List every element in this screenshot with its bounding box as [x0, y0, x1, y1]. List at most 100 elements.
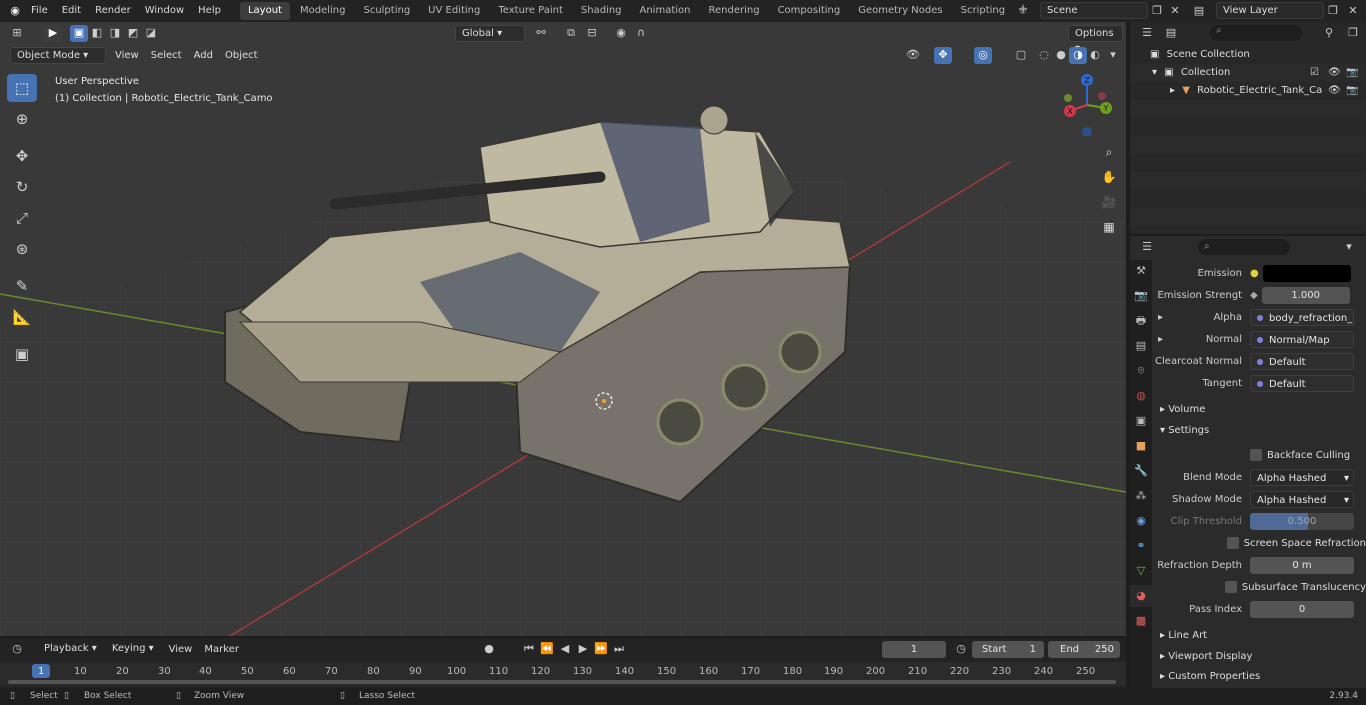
expand-arrow-icon[interactable]: ▸ [1158, 334, 1163, 345]
tab-scripting[interactable]: Scripting [953, 2, 1013, 20]
timeline-menu-marker[interactable]: Marker [198, 644, 245, 655]
data-tab-icon[interactable]: ▽ [1130, 560, 1152, 582]
start-frame-field[interactable]: Start 1 [972, 640, 1044, 658]
settings-panel-header[interactable]: ▾ Settings [1152, 420, 1366, 441]
expand-arrow-icon[interactable]: ▸ [1158, 312, 1163, 323]
viewport-display-panel-header[interactable]: ▸ Viewport Display [1152, 646, 1366, 667]
tab-compositing[interactable]: Compositing [770, 2, 849, 20]
outliner-filter-icon[interactable]: ⚲ [1320, 25, 1338, 42]
tab-modeling[interactable]: Modeling [292, 2, 354, 20]
collection-render-icon[interactable]: 📷 [1346, 64, 1358, 82]
emission-color-swatch[interactable] [1262, 264, 1351, 282]
select-new-icon[interactable]: ▣ [70, 24, 88, 42]
prev-keyframe-icon[interactable]: ⏪ [538, 641, 556, 658]
overlay-toggle-icon[interactable]: ◎ [974, 46, 992, 64]
gizmo-toggle-icon[interactable]: ✥ [934, 46, 952, 64]
new-collection-icon[interactable]: ❐ [1344, 25, 1362, 42]
remove-view-layer-icon[interactable]: ✕ [1344, 3, 1362, 20]
view-layer-field[interactable]: View Layer [1216, 2, 1324, 19]
scene-icon[interactable]: ⌾ [1014, 3, 1032, 20]
tool-tab-icon[interactable]: ⚒ [1130, 260, 1152, 282]
3d-viewport[interactable]: ⊞ ▶ ▣ ◧ ◨ ◩ ◪ Global ▾ ⚯ ⧉ ⊟ ◉ ∩ Options… [0, 22, 1126, 636]
refraction-depth-field[interactable]: 0 m [1250, 556, 1354, 574]
navigation-gizmo[interactable]: Z Y X [1056, 74, 1118, 136]
annotate-tool-icon[interactable]: ✎ [7, 272, 37, 300]
clip-threshold-slider[interactable]: 0.500 [1250, 512, 1354, 530]
zoom-view-icon[interactable]: ⌕ [1098, 141, 1120, 163]
menu-object[interactable]: Object [219, 50, 264, 61]
collection-visibility-icon[interactable]: 👁 [1328, 64, 1341, 82]
properties-editor-icon[interactable]: ☰ [1138, 239, 1156, 256]
emission-strength-socket-icon[interactable]: ◆ [1250, 290, 1258, 301]
pivot-icon[interactable]: ⚯ [532, 25, 550, 42]
properties-options-icon[interactable]: ▾ [1340, 239, 1358, 256]
scene-tab-icon[interactable]: ⌾ [1130, 360, 1152, 382]
volume-panel-header[interactable]: ▸ Volume [1152, 399, 1366, 420]
expand-arrow-icon[interactable]: ▾ [1152, 67, 1157, 78]
shading-wireframe-icon[interactable]: ◌ [1035, 47, 1053, 64]
play-reverse-icon[interactable]: ◀ [556, 641, 574, 658]
shading-options-icon[interactable]: ▾ [1104, 47, 1122, 64]
output-tab-icon[interactable]: 🖶 [1130, 310, 1152, 332]
line-art-panel-header[interactable]: ▸ Line Art [1152, 625, 1366, 646]
emission-strength-field[interactable]: 1.000 [1261, 286, 1350, 304]
jump-start-icon[interactable]: ⏮ [520, 641, 538, 658]
shadow-mode-dropdown[interactable]: Alpha Hashed ▾ [1250, 490, 1354, 508]
view-layer-icon[interactable]: ▤ [1190, 3, 1208, 20]
transform-tool-icon[interactable]: ⊛ [7, 235, 37, 263]
constraints-tab-icon[interactable]: ⚭ [1130, 535, 1152, 557]
alpha-input-node[interactable]: body_refraction_inv... [1250, 308, 1354, 326]
material-tab-icon[interactable]: ◕ [1130, 585, 1152, 607]
select-subtract-icon[interactable]: ◨ [106, 25, 124, 42]
falloff-icon[interactable]: ∩ [632, 25, 650, 42]
remove-scene-icon[interactable]: ✕ [1166, 3, 1184, 20]
scale-tool-icon[interactable]: ⤢ [7, 204, 37, 232]
subsurface-translucency-checkbox[interactable]: Subsurface Translucency [1224, 581, 1366, 593]
menu-keying[interactable]: Keying ▾ [106, 641, 160, 658]
normal-input-node[interactable]: Normal/Map [1250, 330, 1354, 348]
object-render-icon[interactable]: 📷 [1346, 82, 1358, 100]
menu-help[interactable]: Help [191, 0, 228, 22]
tab-uv-editing[interactable]: UV Editing [420, 2, 488, 20]
timeline-menu-view[interactable]: View [163, 644, 199, 655]
select-extend-icon[interactable]: ◧ [88, 25, 106, 42]
tab-geometry-nodes[interactable]: Geometry Nodes [850, 2, 950, 20]
menu-window[interactable]: Window [138, 0, 191, 22]
expand-arrow-icon[interactable]: ▸ [1170, 85, 1175, 96]
outliner-scene-collection[interactable]: ▣ Scene Collection [1130, 46, 1366, 64]
object-visibility-icon[interactable]: 👁 [1328, 82, 1341, 100]
blend-mode-dropdown[interactable]: Alpha Hashed ▾ [1250, 468, 1354, 486]
cursor-tool-icon[interactable]: ⊕ [7, 105, 37, 133]
measure-tool-icon[interactable]: 📐 [7, 303, 37, 331]
tab-rendering[interactable]: Rendering [700, 2, 767, 20]
end-frame-field[interactable]: End 250 [1048, 640, 1120, 658]
ortho-toggle-icon[interactable]: ▦ [1098, 216, 1120, 238]
jump-end-icon[interactable]: ⏭ [610, 641, 628, 658]
collection-checkbox[interactable]: ☑ [1310, 64, 1319, 82]
options-dropdown[interactable]: Options ▾ [1068, 24, 1123, 54]
shading-rendered-icon[interactable]: ◐ [1086, 47, 1104, 64]
select-intersect-icon[interactable]: ◪ [142, 25, 160, 42]
custom-properties-panel-header[interactable]: ▸ Custom Properties [1152, 666, 1366, 687]
modifier-tab-icon[interactable]: 🔧 [1130, 460, 1152, 482]
add-cube-tool-icon[interactable]: ▣ [7, 340, 37, 368]
move-tool-icon[interactable]: ✥ [7, 142, 37, 170]
object-tab-icon[interactable]: ■ [1130, 435, 1152, 457]
mode-dropdown[interactable]: Object Mode ▾ [10, 46, 106, 64]
select-box-tool-icon[interactable]: ⬚ [7, 74, 37, 102]
tab-layout[interactable]: Layout [239, 2, 290, 20]
next-keyframe-icon[interactable]: ⏩ [592, 641, 610, 658]
texture-tab-icon[interactable]: ▩ [1130, 610, 1152, 632]
editor-type-icon[interactable]: ⊞ [8, 25, 26, 42]
xray-icon[interactable]: ▢ [1012, 47, 1030, 64]
screen-space-refraction-checkbox[interactable]: Screen Space Refraction [1226, 537, 1366, 549]
scene-field[interactable]: Scene [1040, 2, 1148, 19]
current-frame-field[interactable]: 1 [882, 640, 946, 658]
outliner-search-input[interactable]: ⌕ [1210, 25, 1302, 41]
camera-view-icon[interactable]: 🎥 [1098, 191, 1120, 213]
transform-orientation-dropdown[interactable]: Global ▾ [455, 24, 525, 42]
menu-edit[interactable]: Edit [55, 0, 88, 22]
menu-file[interactable]: File [24, 0, 55, 22]
timeline-editor-icon[interactable]: ◷ [8, 641, 26, 658]
shading-material-icon[interactable]: ◑ [1069, 46, 1087, 64]
